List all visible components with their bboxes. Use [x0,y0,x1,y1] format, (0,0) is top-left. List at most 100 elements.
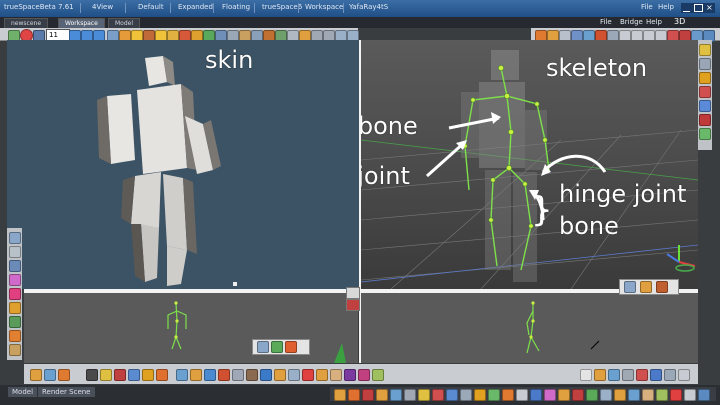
br-pen-icon[interactable] [656,281,668,293]
menu-help[interactable]: Help [658,3,674,11]
maximize-icon[interactable] [694,4,703,12]
bt-globe-icon[interactable] [650,369,662,381]
st-cone-icon[interactable] [544,389,556,401]
bt-heart-icon[interactable] [358,369,370,381]
bt-arrow-icon[interactable] [580,369,592,381]
status-tab-model[interactable]: Model [8,387,38,397]
menu-floating[interactable]: Floating [222,3,250,11]
bt-light-icon[interactable] [100,369,112,381]
lt-lasso-icon[interactable] [9,246,21,258]
bt-cut-icon[interactable] [302,369,314,381]
bt-object-icon[interactable] [594,369,606,381]
bt-grid-icon[interactable] [288,369,300,381]
st-sun-icon[interactable] [474,389,486,401]
br-arrow-icon[interactable] [624,281,636,293]
st-z-icon[interactable] [670,389,682,401]
bt-fan-icon[interactable] [218,369,230,381]
lt-leaf-icon[interactable] [9,316,21,328]
bottom-left-viewport[interactable] [24,287,360,363]
minimize-icon[interactable] [683,5,690,12]
st-sphere-icon[interactable] [432,389,444,401]
menu-truespace6[interactable]: trueSpace6 [262,3,302,11]
bt-key-icon[interactable] [316,369,328,381]
bt-material-icon[interactable] [128,369,140,381]
menu-4view[interactable]: 4View [92,3,113,11]
skeleton-viewport[interactable]: skeleton nailed bone fixed joint hinge j… [361,40,698,289]
bt-record-icon[interactable] [114,369,126,381]
menu-file[interactable]: File [641,3,653,11]
st-cube-icon[interactable] [628,389,640,401]
br-object-icon[interactable] [640,281,652,293]
rt-sphere-icon[interactable] [699,86,711,98]
bt-sphere-icon[interactable] [636,369,648,381]
rt-globe-icon[interactable] [699,100,711,112]
bt-box-icon[interactable] [44,369,56,381]
bt-water-icon[interactable] [176,369,188,381]
close-icon[interactable]: × [706,3,713,12]
bt-tube-icon[interactable] [260,369,272,381]
lt-select-icon[interactable] [9,232,21,244]
rt-light-icon[interactable] [699,44,711,56]
st-object-icon[interactable] [614,389,626,401]
st-key-icon[interactable] [376,389,388,401]
bt-brush-icon[interactable] [58,369,70,381]
st-globe-icon[interactable] [530,389,542,401]
st-light-icon[interactable] [418,389,430,401]
lt-pen-icon[interactable] [9,344,21,356]
menu-bridge[interactable]: Bridge [620,18,643,26]
st-info-icon[interactable] [698,389,710,401]
st-view-icon[interactable] [390,389,402,401]
bt-settings-icon[interactable] [664,369,676,381]
axis-gizmo[interactable] [666,245,696,272]
bl-camera-icon[interactable] [346,287,360,299]
st-box-icon[interactable] [334,389,346,401]
rt-gear-icon[interactable] [699,58,711,70]
lt-torus-icon[interactable] [9,288,21,300]
bt-fire-icon[interactable] [156,369,168,381]
bt-face-icon[interactable] [330,369,342,381]
bt-camera-icon[interactable] [622,369,634,381]
rt-cross-icon[interactable] [699,114,711,126]
st-plant-icon[interactable] [488,389,500,401]
bt-cube-icon[interactable] [86,369,98,381]
bt-chain-icon[interactable] [246,369,258,381]
menu-file-right[interactable]: File [600,18,612,26]
st-grid-icon[interactable] [600,389,612,401]
st-tree-icon[interactable] [656,389,668,401]
menu-expanded[interactable]: Expanded [178,3,213,11]
st-fire-icon[interactable] [348,389,360,401]
lt-paint-icon[interactable] [9,260,21,272]
ft-move-icon[interactable] [271,341,283,353]
st-material-icon[interactable] [446,389,458,401]
menu-help-right[interactable]: Help [646,18,662,26]
rt-sun-icon[interactable] [699,72,711,84]
st-folder-icon[interactable] [558,389,570,401]
bt-sun-icon[interactable] [142,369,154,381]
bt-close-icon[interactable] [678,369,690,381]
lt-cone-icon[interactable] [9,274,21,286]
ft-rotate-icon[interactable] [285,341,297,353]
bt-plugin-icon[interactable] [344,369,356,381]
lt-tool-icon[interactable] [9,330,21,342]
st-cut-icon[interactable] [362,389,374,401]
bt-wave-icon[interactable] [204,369,216,381]
st-face-icon[interactable] [642,389,654,401]
bl-render-icon[interactable] [346,299,360,311]
st-move-icon[interactable] [586,389,598,401]
bt-view-icon[interactable] [608,369,620,381]
status-tab-render-scene[interactable]: Render Scene [38,387,95,397]
bt-paint-icon[interactable] [30,369,42,381]
bt-cylinder-icon[interactable] [274,369,286,381]
st-camera-icon[interactable] [404,389,416,401]
ft-arrow-icon[interactable] [257,341,269,353]
st-gear-icon[interactable] [460,389,472,401]
st-record-icon[interactable] [572,389,584,401]
menu-workspace[interactable]: Workspace [305,3,343,11]
menu-yafaray[interactable]: YafaRay4tS [349,3,388,11]
bt-tree-icon[interactable] [372,369,384,381]
bt-pipe-icon[interactable] [190,369,202,381]
lt-box-icon[interactable] [9,302,21,314]
menu-default[interactable]: Default [138,3,164,11]
rt-plant-icon[interactable] [699,128,711,140]
bottom-right-viewport[interactable] [361,279,698,363]
